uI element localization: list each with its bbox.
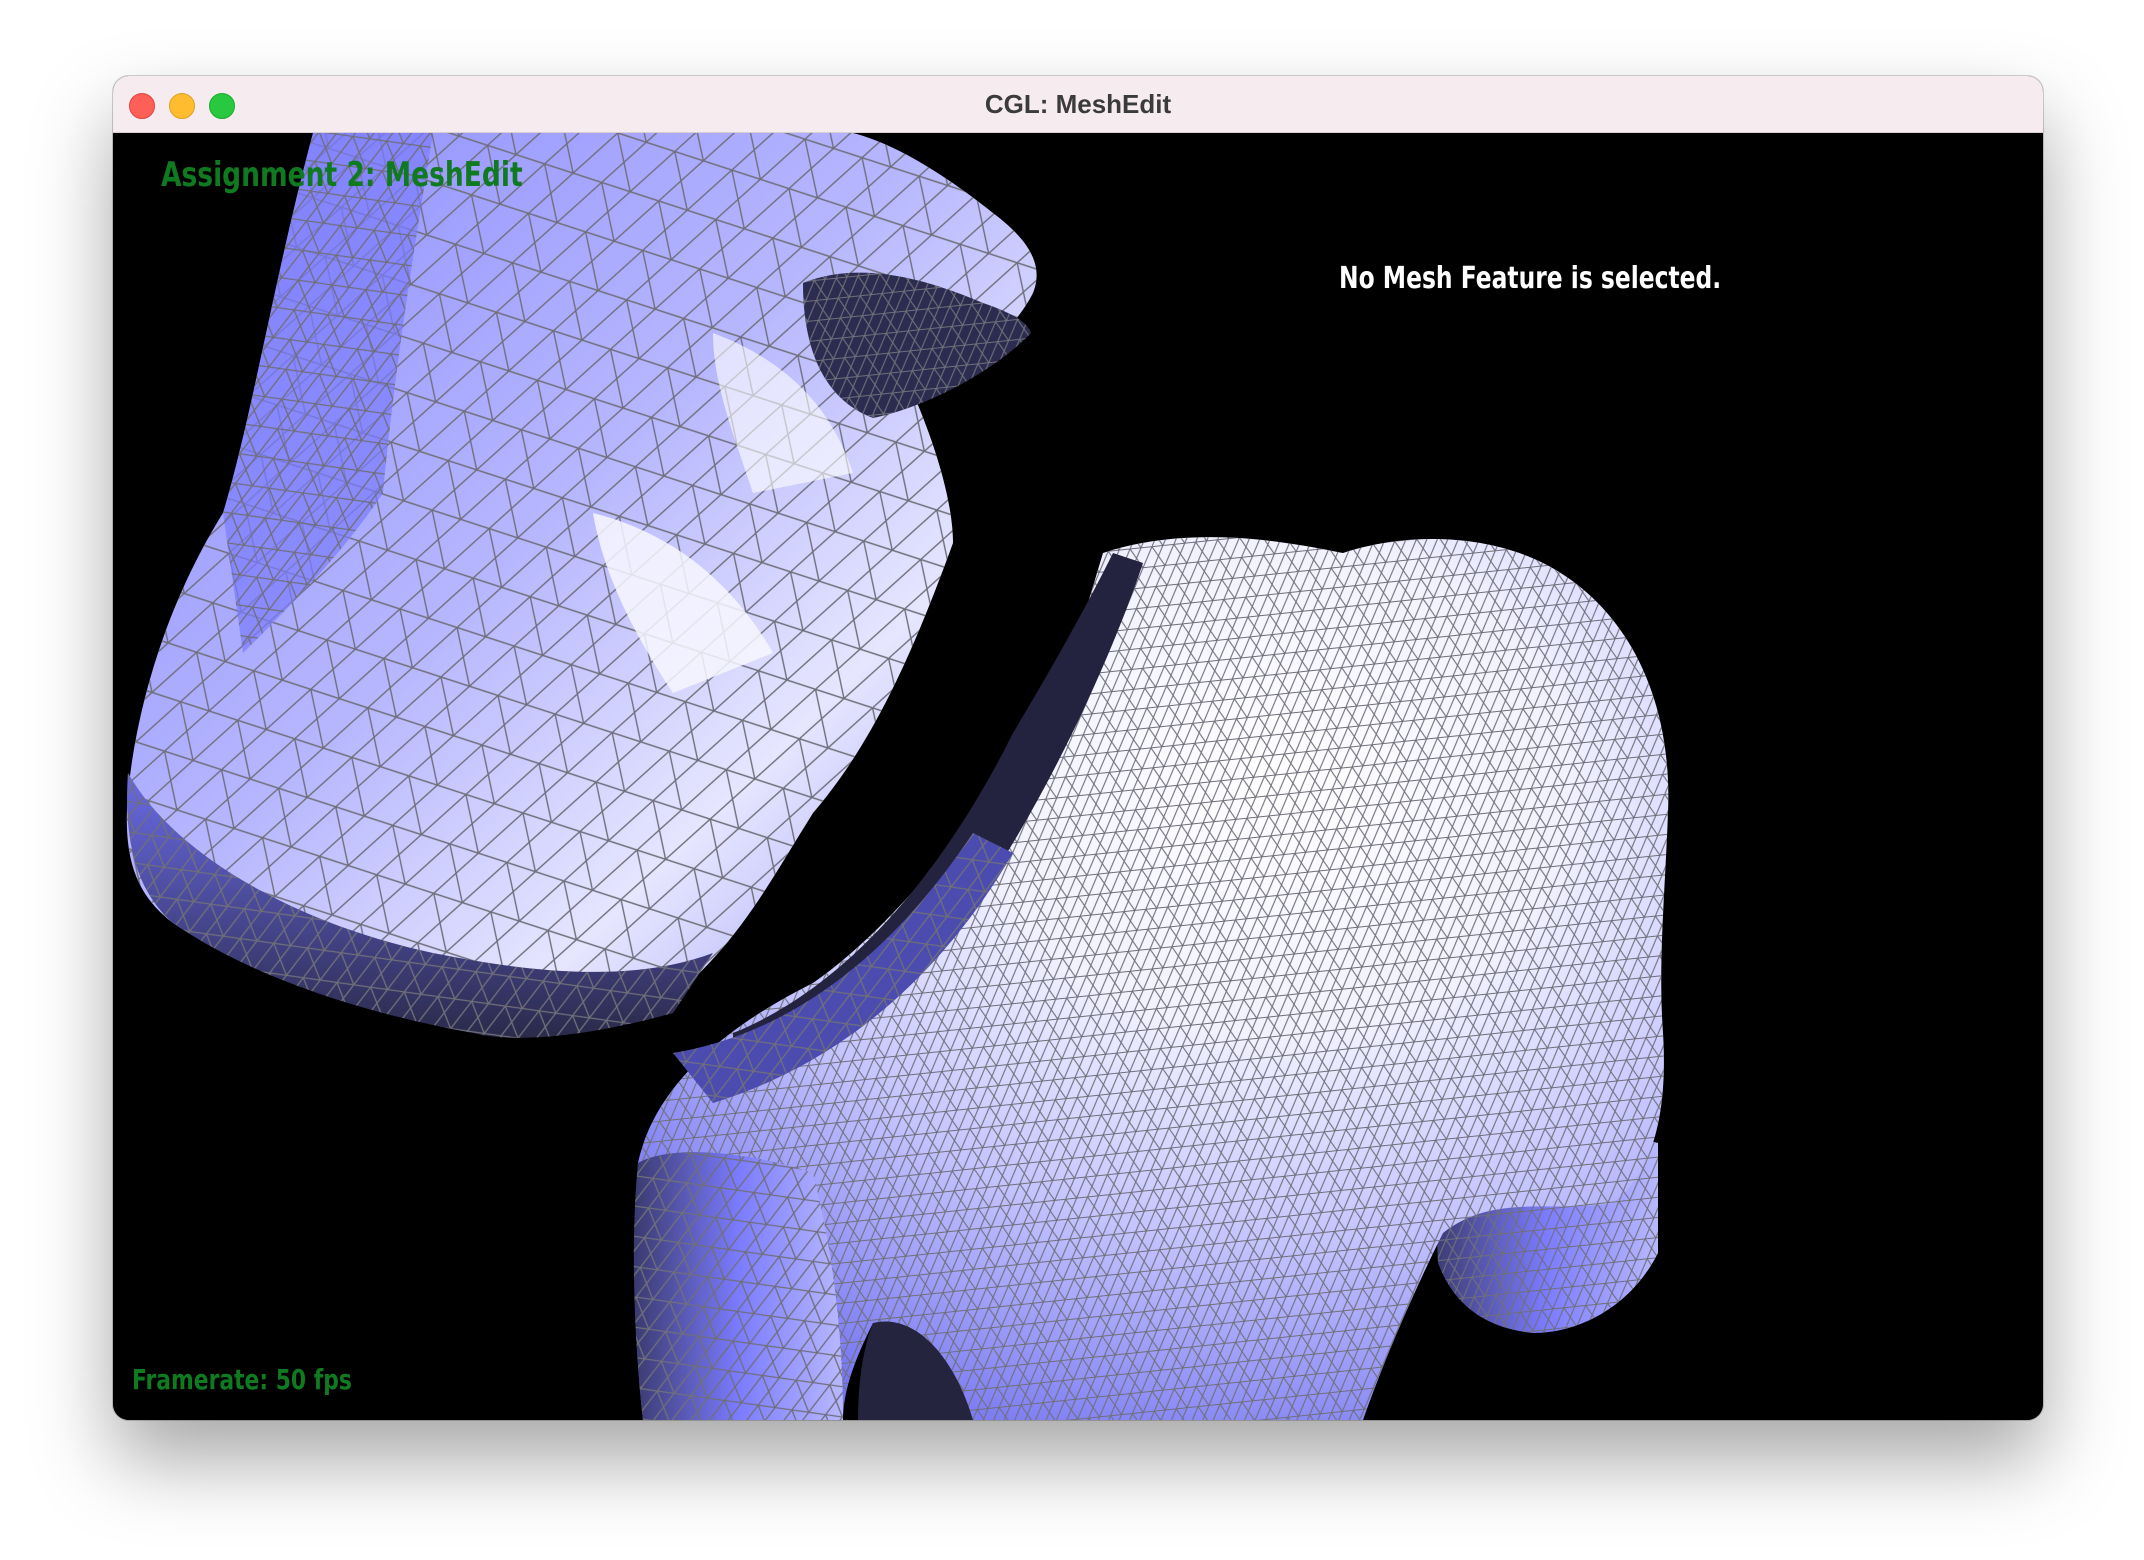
title-bar[interactable]: CGL: MeshEdit [113, 76, 2043, 133]
assignment-title: Assignment 2: MeshEdit [161, 155, 523, 195]
framerate-readout: Framerate: 50 fps [132, 1363, 352, 1396]
selection-status: No Mesh Feature is selected. [1339, 261, 1722, 296]
app-window: CGL: MeshEdit Assignment 2: MeshEdit No … [113, 76, 2043, 1420]
cow-head [126, 133, 1037, 1038]
mesh-viewport[interactable]: Assignment 2: MeshEdit No Mesh Feature i… [113, 133, 2043, 1420]
mesh-render[interactable] [113, 133, 2043, 1420]
window-title: CGL: MeshEdit [984, 89, 1172, 119]
desktop: CGL: MeshEdit Assignment 2: MeshEdit No … [0, 0, 2144, 1560]
